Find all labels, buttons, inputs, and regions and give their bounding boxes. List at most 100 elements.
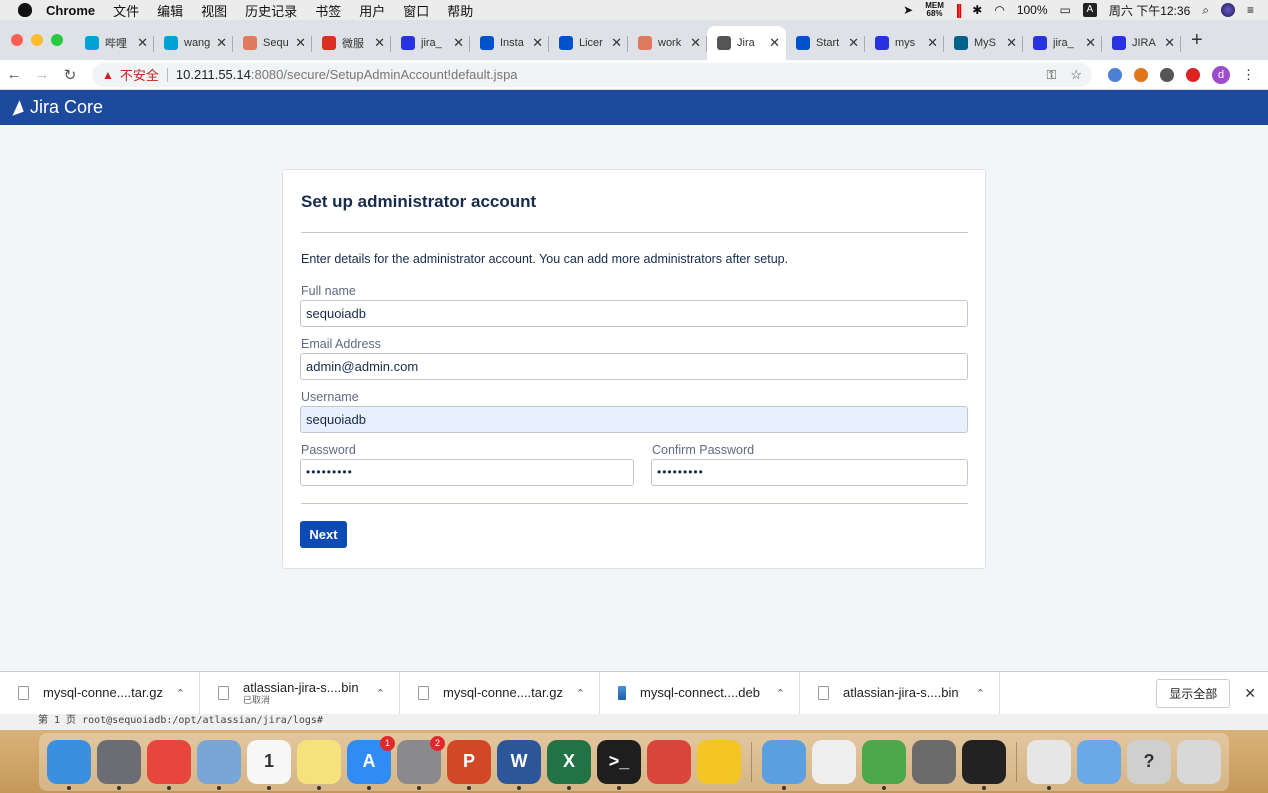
browser-tab[interactable]: Insta ✕ (470, 26, 549, 60)
chevron-up-icon[interactable]: ⌃ (976, 687, 985, 700)
siri-icon[interactable] (1220, 3, 1235, 17)
browser-tab[interactable]: Licer ✕ (549, 26, 628, 60)
download-item[interactable]: mysql-conne....tar.gz ⌃ (400, 671, 600, 715)
browser-tab[interactable]: jira_ ✕ (391, 26, 470, 60)
apple-icon[interactable] (18, 3, 32, 17)
parallels-bars-icon[interactable]: || (956, 2, 963, 19)
tab-close-icon[interactable]: ✕ (611, 35, 622, 51)
browser-tab[interactable]: 微服 ✕ (312, 26, 391, 60)
username-field[interactable]: sequoiadb (300, 406, 968, 433)
xmind-icon[interactable] (862, 739, 906, 790)
tab-close-icon[interactable]: ✕ (927, 35, 938, 51)
app-store-icon[interactable]: A1 (347, 735, 395, 790)
browser-tab[interactable]: Sequ ✕ (233, 26, 312, 60)
browser-tab[interactable]: Jira ✕ (707, 26, 786, 60)
memory-indicator[interactable]: MEM 68% (925, 2, 944, 18)
browser-tab[interactable]: jira_ ✕ (1023, 26, 1102, 60)
download-item[interactable]: mysql-connect....deb ⌃ (600, 671, 800, 715)
chrome-icon[interactable] (147, 739, 191, 790)
key-icon[interactable]: ⚿ (1046, 67, 1056, 83)
tab-close-icon[interactable]: ✕ (374, 35, 385, 51)
battery-percent[interactable]: 100% (1017, 3, 1048, 17)
powerpoint-icon[interactable]: P (447, 739, 491, 790)
menu-file[interactable]: 文件 (113, 1, 139, 20)
minimize-window-button[interactable] (31, 34, 43, 46)
location-arrow-icon[interactable]: ➤ (903, 3, 913, 17)
close-window-button[interactable] (11, 34, 23, 46)
bluetooth-icon[interactable]: ✱ (972, 3, 982, 17)
textedit-icon[interactable] (812, 739, 856, 784)
forward-button[interactable]: → (28, 66, 56, 83)
download-item[interactable]: mysql-conne....tar.gz ⌃ (0, 671, 200, 715)
bee-icon[interactable] (697, 739, 741, 784)
calendar-icon[interactable]: 1 (247, 739, 291, 790)
input-method-icon[interactable]: A (1082, 3, 1097, 17)
chrome-menu-icon[interactable]: ⋮ (1242, 67, 1255, 83)
clock[interactable]: 周六 下午12:36 (1109, 2, 1190, 19)
address-bar[interactable]: ▲ 不安全 10.211.55.14 :8080/secure/SetupAdm… (92, 62, 1092, 87)
tab-close-icon[interactable]: ✕ (453, 35, 464, 51)
download-item[interactable]: atlassian-jira-s....bin 已取消 ⌃ (200, 671, 400, 715)
menu-app-name[interactable]: Chrome (46, 3, 95, 18)
chevron-up-icon[interactable]: ⌃ (376, 687, 385, 700)
new-tab-button[interactable]: + (1191, 29, 1203, 52)
word-icon[interactable]: W (497, 739, 541, 790)
battery-icon[interactable]: ▭ (1060, 3, 1071, 17)
show-all-downloads-button[interactable]: 显示全部 (1156, 678, 1231, 708)
close-icon[interactable]: ✕ (1244, 685, 1256, 702)
menu-people[interactable]: 用户 (359, 1, 385, 20)
calculator-icon[interactable] (912, 739, 956, 784)
tab-close-icon[interactable]: ✕ (216, 35, 227, 51)
menu-edit[interactable]: 编辑 (157, 1, 183, 20)
reload-button[interactable]: ↻ (56, 66, 84, 84)
tab-close-icon[interactable]: ✕ (848, 35, 859, 51)
back-button[interactable]: ← (0, 66, 28, 83)
warning-triangle-icon[interactable]: ▲ (102, 68, 114, 82)
browser-tab[interactable]: work ✕ (628, 26, 707, 60)
fullname-field[interactable]: sequoiadb (300, 300, 968, 327)
menu-bookmarks[interactable]: 书签 (315, 1, 341, 20)
windows-folder-icon[interactable] (1077, 739, 1121, 784)
tab-close-icon[interactable]: ✕ (137, 35, 148, 51)
bookmark-star-icon[interactable]: ☆ (1070, 67, 1082, 83)
finder-icon[interactable] (47, 739, 91, 790)
browser-tab[interactable]: 哔哩 ✕ (75, 26, 154, 60)
confirm-password-field[interactable]: ••••••••• (651, 459, 968, 486)
excel-icon[interactable]: X (547, 739, 591, 790)
browser-tab[interactable]: mys ✕ (865, 26, 944, 60)
archive-icon[interactable] (1027, 739, 1071, 790)
remote-desktop-icon[interactable] (647, 739, 691, 784)
spotlight-search-icon[interactable]: ⌕ (1202, 3, 1209, 18)
tab-close-icon[interactable]: ✕ (769, 35, 780, 51)
wifi-icon[interactable]: ◠ (994, 3, 1004, 17)
download-item[interactable]: atlassian-jira-s....bin ⌃ (800, 671, 1000, 715)
browser-tab[interactable]: Start ✕ (786, 26, 865, 60)
mail-icon[interactable] (197, 739, 241, 790)
browser-tab[interactable]: wang ✕ (154, 26, 233, 60)
chevron-up-icon[interactable]: ⌃ (176, 687, 185, 700)
browser-tab[interactable]: MyS ✕ (944, 26, 1023, 60)
tab-close-icon[interactable]: ✕ (295, 35, 306, 51)
chevron-up-icon[interactable]: ⌃ (576, 687, 585, 700)
parallels-terminal-icon[interactable] (962, 739, 1006, 790)
trash-icon[interactable] (1177, 739, 1221, 784)
terminal-icon[interactable]: >_ (597, 739, 641, 790)
jira-product-name[interactable]: Jira Core (30, 97, 103, 118)
password-field[interactable]: ••••••••• (300, 459, 634, 486)
notes-icon[interactable] (297, 739, 341, 790)
profile-avatar[interactable]: d (1212, 65, 1230, 84)
tab-close-icon[interactable]: ✕ (690, 35, 701, 51)
extension-vue-devtools-icon[interactable] (1186, 67, 1200, 82)
menu-help[interactable]: 帮助 (447, 1, 473, 20)
zoom-window-button[interactable] (51, 34, 63, 46)
notification-center-icon[interactable]: ≡ (1247, 3, 1254, 17)
tab-close-icon[interactable]: ✕ (1006, 35, 1017, 51)
email-field[interactable]: admin@admin.com (300, 353, 968, 380)
menu-view[interactable]: 视图 (201, 1, 227, 20)
insecure-label[interactable]: 不安全 (120, 65, 159, 84)
extension-circle-icon[interactable] (1160, 67, 1174, 82)
tab-close-icon[interactable]: ✕ (1164, 35, 1175, 51)
system-preferences-icon[interactable]: 2 (397, 735, 445, 790)
tab-close-icon[interactable]: ✕ (1085, 35, 1096, 51)
launchpad-icon[interactable] (97, 739, 141, 790)
